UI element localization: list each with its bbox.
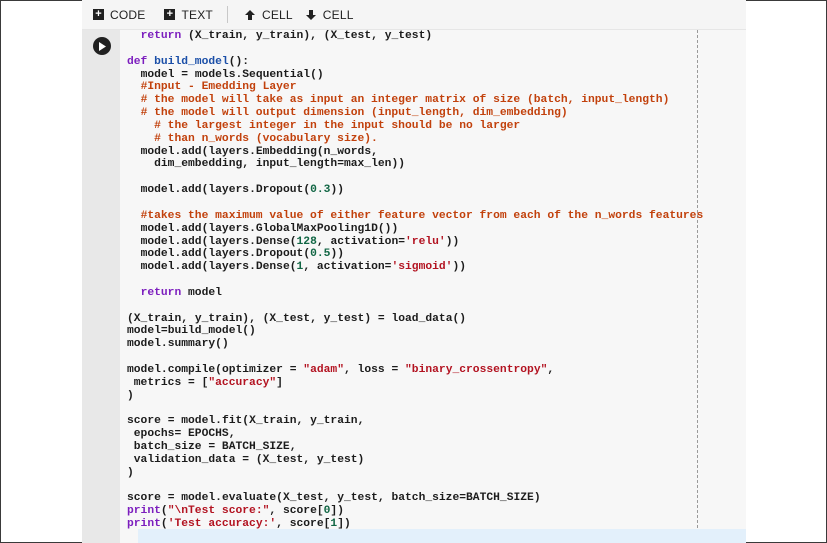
- arrow-down-icon: [305, 8, 318, 21]
- code-line: model = models.Sequential(): [140, 68, 324, 81]
- code-editor[interactable]: return (X_train, y_train), (X_test, y_te…: [127, 30, 703, 531]
- code-line: model.add(layers.Dense(128, activation='…: [140, 235, 460, 248]
- plus-box-icon: +: [163, 8, 176, 21]
- code-line: dim_embedding, input_length=max_len)): [154, 158, 405, 171]
- cell-gutter: [82, 30, 120, 543]
- code-line: #takes the maximum value of either featu…: [140, 209, 704, 222]
- code-line: model.add(layers.Dropout(0.3)): [140, 184, 344, 197]
- code-line: batch_size = BATCH_SIZE,: [133, 441, 297, 453]
- code-line: validation_data = (X_test, y_test): [133, 453, 365, 466]
- move-cell-down-button[interactable]: CELL: [299, 0, 360, 29]
- current-line-highlight: [138, 529, 746, 543]
- code-line: # the model will output dimension (input…: [140, 107, 568, 120]
- code-line: return (X_train, y_train), (X_test, y_te…: [140, 30, 433, 42]
- add-code-label: CODE: [110, 7, 146, 22]
- code-line: def build_model():: [127, 55, 250, 68]
- plus-box-icon: +: [92, 8, 105, 21]
- code-line: model.compile(optimizer = "adam", loss =…: [127, 363, 555, 376]
- code-cell[interactable]: return (X_train, y_train), (X_test, y_te…: [82, 30, 746, 543]
- code-line: #Input - Emedding Layer: [140, 81, 297, 94]
- code-line: model.add(layers.Dropout(0.5)): [140, 248, 344, 261]
- add-code-cell-button[interactable]: + CODE: [86, 0, 151, 29]
- move-cell-up-button[interactable]: CELL: [238, 0, 299, 29]
- add-text-label: TEXT: [181, 7, 213, 22]
- code-line: print('Test accuracy:', score[1]): [127, 518, 351, 531]
- code-line: # the model will take as input an intege…: [140, 94, 670, 107]
- move-cell-down-label: CELL: [322, 7, 354, 22]
- code-line: model=build_model(): [127, 325, 256, 338]
- arrow-up-icon: [244, 8, 257, 21]
- code-line: model.add(layers.GlobalMaxPooling1D()): [140, 222, 399, 235]
- code-line: model.add(layers.Dense(1, activation='si…: [140, 261, 467, 274]
- move-cell-up-label: CELL: [261, 7, 293, 22]
- notebook-toolbar: + CODE + TEXT CELL CELL: [82, 0, 746, 30]
- code-line: return model: [140, 286, 222, 299]
- code-line: model.add(layers.Embedding(n_words,: [140, 145, 378, 158]
- toolbar-divider: [226, 6, 228, 23]
- add-text-cell-button[interactable]: + TEXT: [157, 0, 218, 29]
- code-line: ): [127, 389, 134, 402]
- code-line: # the largest integer in the input shoul…: [154, 119, 521, 132]
- code-line: score = model.evaluate(X_test, y_test, b…: [127, 492, 541, 505]
- code-line: (X_train, y_train), (X_test, y_test) = l…: [127, 312, 467, 325]
- code-line: print("\nTest score:", score[0]): [127, 505, 344, 518]
- run-cell-button[interactable]: [93, 37, 111, 55]
- code-line: score = model.fit(X_train, y_train,: [127, 415, 365, 428]
- code-line: model.summary(): [127, 338, 229, 351]
- code-line: ): [127, 466, 134, 479]
- play-icon: [98, 41, 106, 51]
- code-line: epochs= EPOCHS,: [133, 428, 236, 441]
- code-line: # than n_words (vocabulary size).: [154, 132, 378, 145]
- code-line: metrics = ["accuracy"]: [133, 376, 283, 389]
